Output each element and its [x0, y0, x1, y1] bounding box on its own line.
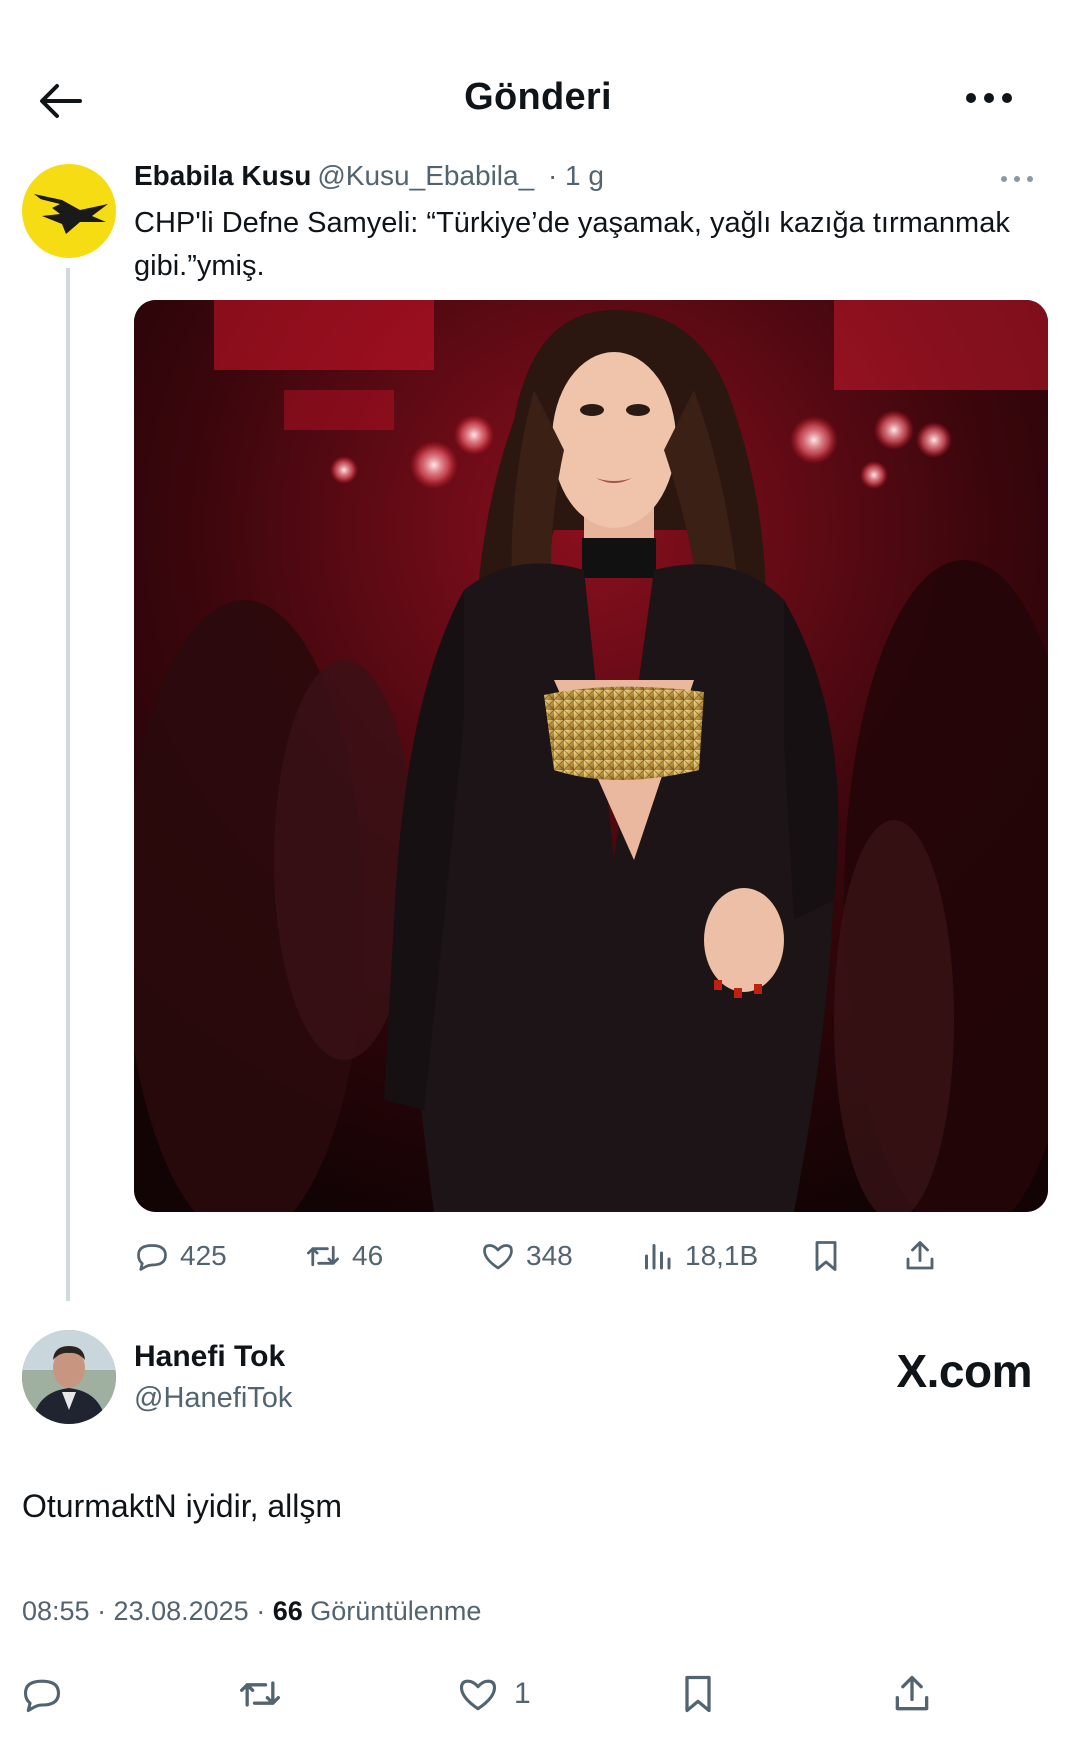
- reply-count: 425: [180, 1240, 227, 1271]
- repost-icon: [240, 1681, 280, 1707]
- author-name[interactable]: Ebabila Kusu: [134, 160, 311, 191]
- reply-button[interactable]: [20, 1672, 78, 1716]
- repost-button[interactable]: [236, 1672, 298, 1716]
- view-count: 66: [272, 1596, 303, 1626]
- profile-photo-man: [22, 1330, 116, 1424]
- quoted-post-more-button[interactable]: [1000, 170, 1034, 188]
- share-icon: [906, 1241, 934, 1270]
- like-count: 348: [526, 1240, 573, 1271]
- swallow-logo-icon: [34, 194, 108, 234]
- quoted-post-header: Ebabila Kusu @Kusu_Ebabila_ · 1 g: [134, 160, 604, 192]
- like-icon: [459, 1679, 497, 1711]
- share-button[interactable]: [890, 1672, 948, 1716]
- like-icon: [483, 1244, 513, 1270]
- thread-line: [66, 268, 70, 1301]
- reply-post-text: OturmaktN iyidir, allşm: [22, 1488, 343, 1524]
- author-handle[interactable]: @Kusu_Ebabila_: [317, 160, 534, 191]
- repost-count: 46: [352, 1240, 384, 1271]
- repost-button[interactable]: 46: [304, 1238, 383, 1274]
- reply-post-actions: 1: [0, 1658, 1076, 1738]
- top-bar: Gönderi: [0, 60, 1076, 140]
- view-count: 18,1B: [685, 1240, 759, 1271]
- bookmark-button[interactable]: [676, 1672, 734, 1716]
- photo-woman-black-dress: [134, 300, 1048, 1212]
- like-button[interactable]: 348: [480, 1238, 573, 1274]
- author-name[interactable]: Hanefi Tok: [134, 1340, 285, 1374]
- share-button[interactable]: [902, 1238, 948, 1274]
- more-options-button[interactable]: [954, 78, 1024, 118]
- bookmark-icon: [815, 1241, 837, 1271]
- quoted-post-text: CHP'li Defne Samyeli: “Türkiye’de yaşama…: [134, 207, 1010, 282]
- quoted-post-actions: 425 46 348 18,1B: [134, 1230, 1048, 1290]
- post-photo[interactable]: [134, 300, 1048, 1212]
- post-metadata: 08:55 · 23.08.2025 · 66 Görüntülenme: [22, 1596, 481, 1627]
- avatar[interactable]: [22, 164, 116, 258]
- like-button[interactable]: 1: [456, 1672, 531, 1716]
- more-icon: [966, 93, 1012, 103]
- author-handle[interactable]: @HanefiTok: [134, 1382, 292, 1415]
- like-count: 1: [514, 1677, 531, 1710]
- quoted-post[interactable]: Ebabila Kusu @Kusu_Ebabila_ · 1 g CHP'li …: [0, 160, 1076, 1301]
- bookmark-icon: [685, 1675, 711, 1713]
- post-timestamp[interactable]: 08:55 · 23.08.2025 ·: [22, 1596, 273, 1626]
- x-com-watermark: X.com: [896, 1345, 1032, 1397]
- views-button[interactable]: 18,1B: [639, 1238, 758, 1274]
- share-icon: [895, 1675, 929, 1711]
- bookmark-button[interactable]: [808, 1238, 854, 1274]
- reply-icon: [23, 1679, 61, 1713]
- post-time: · 1 g: [547, 160, 604, 191]
- avatar[interactable]: [22, 1330, 116, 1424]
- page-title: Gönderi: [464, 76, 612, 118]
- repost-icon: [306, 1245, 340, 1267]
- more-icon: [1001, 176, 1033, 182]
- views-icon: [645, 1244, 671, 1270]
- views-label: Görüntülenme: [302, 1596, 482, 1626]
- reply-button[interactable]: 425: [134, 1238, 227, 1274]
- reply-icon: [137, 1244, 167, 1271]
